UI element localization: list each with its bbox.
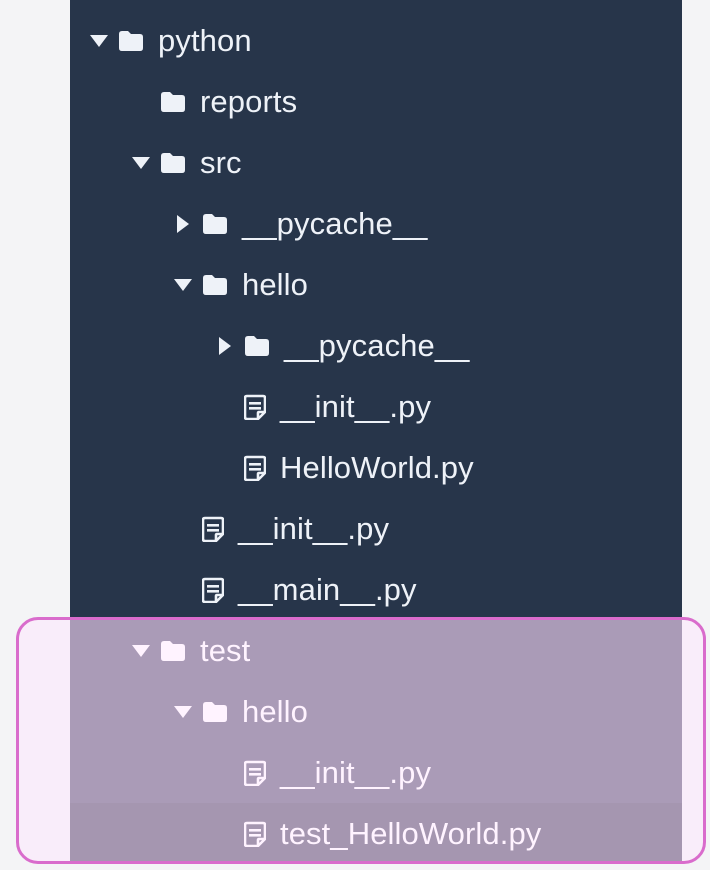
tree-item-test-helloworld-py[interactable]: test_HelloWorld.py [70,803,682,864]
tree-item-helloworld-py[interactable]: HelloWorld.py [70,437,682,498]
file-icon [243,455,267,481]
tree-item-python[interactable]: python [70,10,682,71]
tree-item-init-py[interactable]: __init__.py [70,742,682,803]
file-tree: python reports src __pycache__ hello __p… [70,0,682,864]
tree-item-label: test_HelloWorld.py [280,816,542,851]
file-icon [243,760,267,786]
tree-item-label: __main__.py [238,572,417,607]
chevron-down-icon[interactable] [130,640,152,662]
chevron-down-icon[interactable] [130,152,152,174]
folder-icon [160,91,186,113]
tree-item-hello[interactable]: hello [70,254,682,315]
folder-icon [118,30,144,52]
tree-item-init-py[interactable]: __init__.py [70,498,682,559]
file-icon [201,516,225,542]
tree-item-label: hello [242,267,308,302]
file-icon [243,821,267,847]
chevron-down-icon[interactable] [172,274,194,296]
folder-icon [202,213,228,235]
tree-item-hello[interactable]: hello [70,681,682,742]
tree-item-label: __init__.py [280,389,432,424]
folder-icon [160,152,186,174]
tree-item-src[interactable]: src [70,132,682,193]
chevron-right-icon[interactable] [214,335,236,357]
tree-item-label: test [200,633,251,668]
tree-item-pycache[interactable]: __pycache__ [70,315,682,376]
file-icon [243,394,267,420]
tree-item-main-py[interactable]: __main__.py [70,559,682,620]
folder-icon [202,274,228,296]
file-icon [201,577,225,603]
folder-icon [160,640,186,662]
tree-item-label: reports [200,84,298,119]
chevron-down-icon[interactable] [88,30,110,52]
folder-icon [202,701,228,723]
tree-item-label: __init__.py [280,755,432,790]
tree-item-label: src [200,145,242,180]
tree-item-test[interactable]: test [70,620,682,681]
tree-item-init-py[interactable]: __init__.py [70,376,682,437]
chevron-right-icon[interactable] [172,213,194,235]
tree-item-label: HelloWorld.py [280,450,474,485]
tree-item-label: hello [242,694,308,729]
tree-item-label: python [158,23,252,58]
folder-icon [244,335,270,357]
tree-item-label: __pycache__ [284,328,470,363]
chevron-down-icon[interactable] [172,701,194,723]
tree-item-label: __pycache__ [242,206,428,241]
tree-item-reports[interactable]: reports [70,71,682,132]
tree-item-pycache[interactable]: __pycache__ [70,193,682,254]
tree-item-label: __init__.py [238,511,390,546]
